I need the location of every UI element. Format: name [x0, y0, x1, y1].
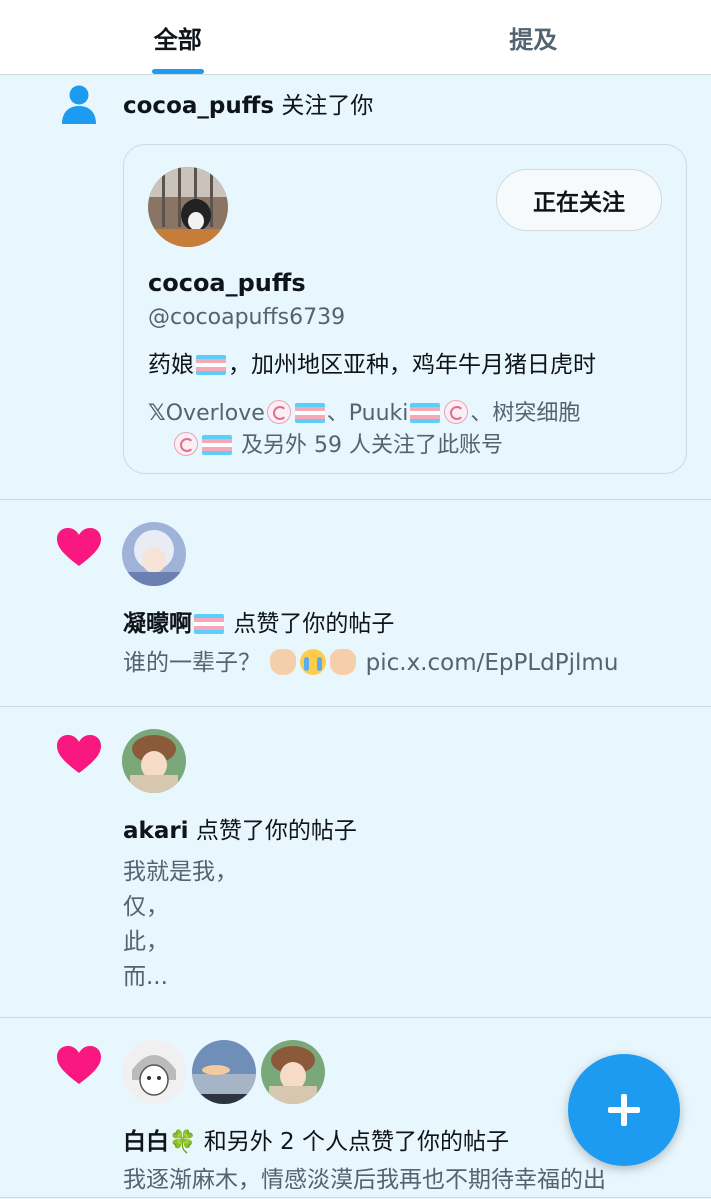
- akari-avatar-image: [261, 1040, 325, 1104]
- tab-mentions-label: 提及: [509, 25, 558, 54]
- post-snippet[interactable]: 我就是我， 仅， 此， 而...: [123, 855, 238, 995]
- liker-username[interactable]: 白白: [123, 1129, 169, 1155]
- snippet-line: 仅，: [123, 894, 169, 920]
- card-bio: 药娘 ，加州地区亚种，鸡年牛月猪日虎时: [148, 345, 596, 379]
- active-tab-indicator: [151, 69, 204, 74]
- x-logo-icon: 𝕏: [148, 401, 166, 426]
- avatar[interactable]: [122, 729, 186, 793]
- avatar[interactable]: [148, 167, 228, 247]
- bio-suffix: ，加州地区亚种，鸡年牛月猪日虎时: [228, 352, 596, 378]
- post-snippet[interactable]: 我逐渐麻木，情感淡漠后我再也不期待幸福的出: [123, 1163, 606, 1198]
- followed-by-line: 𝕏Overlove 、Puuki 、树突细胞: [148, 395, 580, 427]
- snippet-line: 而...: [123, 964, 168, 990]
- avatar[interactable]: [261, 1040, 325, 1104]
- liker-username[interactable]: 凝曚啊: [123, 611, 192, 637]
- tab-mentions[interactable]: 提及: [356, 0, 711, 74]
- avatar[interactable]: [122, 1040, 186, 1104]
- like-action: 点赞了你的帖子: [233, 611, 395, 637]
- like-action: 和另外 2 个人点赞了你的帖子: [203, 1129, 509, 1155]
- avatar[interactable]: [122, 522, 186, 586]
- like-notification[interactable]: 凝曚啊 点赞了你的帖子 谁的一辈子？ pic.x.com/EpPLdPjlmu: [0, 500, 711, 707]
- follow-notification-text: cocoa_puffs 关注了你: [123, 86, 373, 120]
- naruto-swirl-icon: [444, 400, 469, 424]
- avatar[interactable]: [192, 1040, 256, 1104]
- follow-action: 关注了你: [281, 93, 374, 119]
- follow-notification[interactable]: cocoa_puffs 关注了你 正在关注 cocoa_puffs @cocoa…: [0, 76, 711, 500]
- naruto-swirl-icon: [174, 432, 198, 456]
- trans-flag-icon: [194, 614, 224, 634]
- tab-all[interactable]: 全部: [0, 0, 356, 74]
- snippet-line: 此，: [123, 929, 169, 955]
- trans-flag-icon: [294, 403, 325, 423]
- like-notification[interactable]: akari 点赞了你的帖子 我就是我， 仅， 此， 而...: [0, 707, 711, 1018]
- bio-prefix: 药娘: [148, 352, 194, 378]
- card-handle: @cocoapuffs6739: [148, 305, 346, 330]
- akari-avatar-image: [122, 729, 186, 793]
- card-display-name[interactable]: cocoa_puffs: [148, 269, 306, 297]
- like-text: akari 点赞了你的帖子: [123, 811, 357, 845]
- like-text: 白白🍀 和另外 2 个人点赞了你的帖子: [123, 1122, 509, 1156]
- followed-by-tail: 及另外 59 人关注了此账号: [241, 433, 503, 458]
- tab-all-label: 全部: [153, 25, 202, 54]
- like-action: 点赞了你的帖子: [195, 818, 357, 844]
- user-card[interactable]: 正在关注 cocoa_puffs @cocoapuffs6739 药娘 ，加州地区…: [123, 144, 687, 474]
- raised-hand-icon: [270, 649, 297, 675]
- trans-flag-icon: [410, 403, 441, 423]
- followed-by-name-3: 、树突细胞: [470, 401, 581, 426]
- clover-icon: 🍀: [169, 1130, 197, 1155]
- manga-avatar-image: [122, 1040, 186, 1104]
- person-icon: [62, 85, 96, 124]
- crying-face-icon: [300, 649, 327, 675]
- follower-username[interactable]: cocoa_puffs: [123, 93, 274, 119]
- snippet-text: 谁的一辈子？: [123, 650, 261, 676]
- followed-by-name-2: 、Puuki: [326, 401, 409, 426]
- naruto-swirl-icon: [266, 400, 291, 424]
- cat-avatar-image: [148, 167, 228, 247]
- heart-icon: [57, 528, 101, 566]
- trans-flag-icon: [196, 355, 226, 375]
- notification-feed: cocoa_puffs 关注了你 正在关注 cocoa_puffs @cocoa…: [0, 76, 711, 1198]
- like-text: 凝曚啊 点赞了你的帖子: [123, 604, 394, 638]
- plus-icon: [608, 1094, 640, 1126]
- following-button[interactable]: 正在关注: [496, 169, 662, 231]
- sky-avatar-image: [192, 1040, 256, 1104]
- liker-username[interactable]: akari: [123, 818, 189, 844]
- raised-hand-icon: [330, 649, 357, 675]
- snippet-link[interactable]: pic.x.com/EpPLdPjlmu: [366, 650, 619, 676]
- trans-flag-icon: [202, 435, 232, 455]
- post-snippet[interactable]: 谁的一辈子？ pic.x.com/EpPLdPjlmu: [123, 646, 618, 681]
- anime-avatar-image: [122, 522, 186, 586]
- compose-post-button[interactable]: [568, 1054, 680, 1166]
- followed-by-line-2: 及另外 59 人关注了此账号: [172, 427, 503, 459]
- heart-icon: [57, 1046, 101, 1084]
- snippet-line: 我就是我，: [123, 859, 238, 885]
- heart-icon: [57, 735, 101, 773]
- followed-by-name-1: Overlove: [165, 401, 265, 426]
- notification-tabs: 全部 提及: [0, 0, 711, 75]
